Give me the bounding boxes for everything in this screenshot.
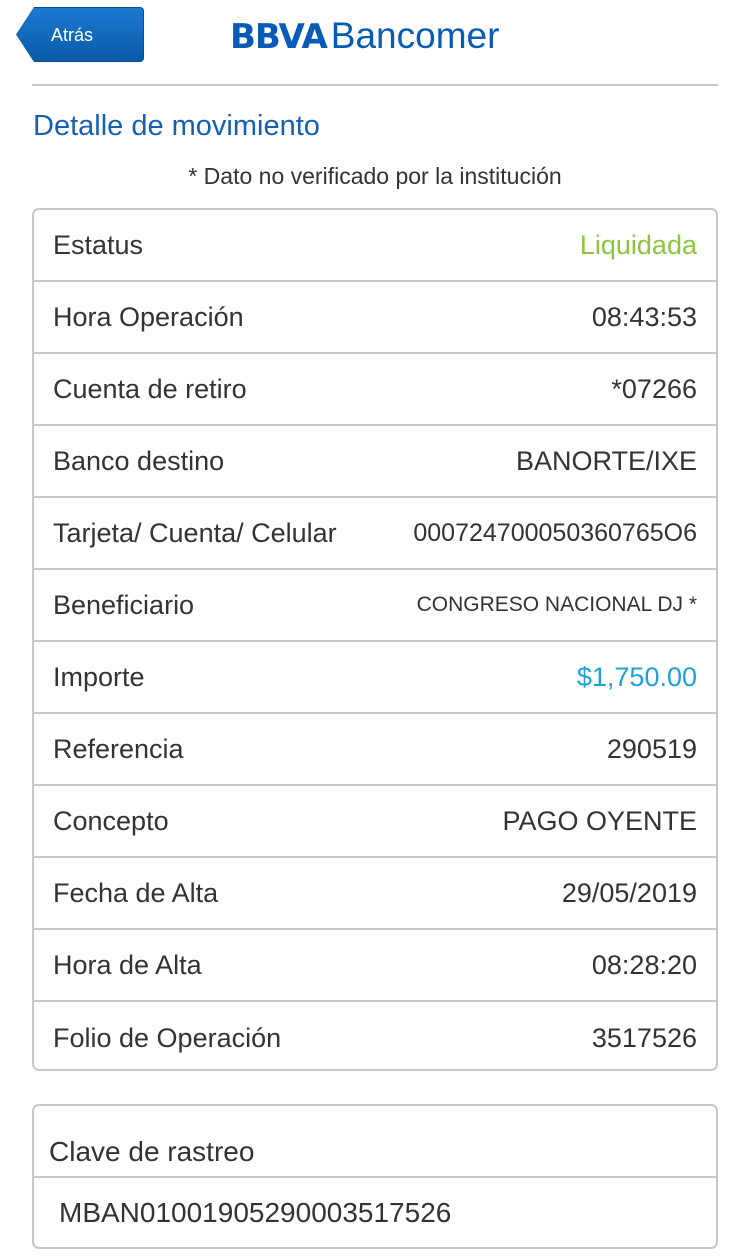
detail-value: BANORTE/IXE [515, 445, 697, 476]
detail-label: Folio de Operación [53, 1022, 282, 1053]
detail-value: 3517526 [591, 1022, 697, 1053]
detail-row-beneficiary: Beneficiario CONGRESO NACIONAL DJ * [34, 570, 716, 642]
back-button-label: Atrás [51, 25, 94, 45]
detail-label: Tarjeta/ Cuenta/ Celular [53, 517, 337, 548]
detail-row-destination-bank: Banco destino BANORTE/IXE [34, 426, 716, 498]
detail-value: 08:28:20 [591, 949, 697, 980]
back-button[interactable]: Atrás [16, 7, 144, 62]
amount-value: $1,750.00 [576, 661, 697, 692]
detail-label: Concepto [53, 805, 169, 836]
detail-label: Importe [53, 661, 145, 692]
detail-value: 29/05/2019 [561, 877, 697, 908]
brand-logo-bold: BBVA [230, 17, 328, 57]
detail-row-status: Estatus Liquidada [34, 210, 716, 282]
header-divider [32, 84, 718, 86]
detail-row-amount: Importe $1,750.00 [34, 642, 716, 714]
detail-label: Fecha de Alta [53, 877, 219, 908]
detail-row-reference: Referencia 290519 [34, 714, 716, 786]
tracking-key-card: Clave de rastreo MBAN0100190529000351752… [32, 1104, 718, 1249]
movement-detail-card: Estatus Liquidada Hora Operación 08:43:5… [32, 208, 718, 1071]
detail-label: Estatus [53, 229, 144, 260]
detail-value: 000724700050360765O6 [413, 518, 697, 547]
status-value: Liquidada [579, 229, 697, 260]
detail-label: Hora Operación [53, 301, 244, 332]
detail-row-card-account: Tarjeta/ Cuenta/ Celular 000724700050360… [34, 498, 716, 570]
unverified-note: * Dato no verificado por la institución [188, 163, 562, 189]
tracking-key-label: Clave de rastreo [34, 1106, 716, 1178]
detail-value: CONGRESO NACIONAL DJ * [416, 593, 697, 616]
detail-row-registration-time: Hora de Alta 08:28:20 [34, 930, 716, 1002]
page-title: Detalle de movimiento [33, 110, 320, 142]
detail-label: Hora de Alta [53, 949, 202, 980]
tracking-key-value: MBAN01001905290003517526 [59, 1197, 452, 1228]
top-header: Atrás BBVA Bancomer [0, 0, 750, 86]
detail-value: *07266 [611, 373, 697, 404]
detail-label: Beneficiario [53, 589, 195, 620]
brand-logo: BBVA Bancomer [230, 15, 499, 59]
detail-row-concept: Concepto PAGO OYENTE [34, 786, 716, 858]
detail-value: PAGO OYENTE [502, 805, 697, 836]
brand-logo-light: Bancomer [330, 15, 500, 56]
detail-row-operation-folio: Folio de Operación 3517526 [34, 1002, 716, 1069]
detail-row-withdrawal-account: Cuenta de retiro *07266 [34, 354, 716, 426]
detail-label: Banco destino [53, 445, 225, 476]
detail-label: Cuenta de retiro [53, 373, 247, 404]
detail-value: 290519 [606, 733, 697, 764]
detail-row-operation-time: Hora Operación 08:43:53 [34, 282, 716, 354]
detail-row-registration-date: Fecha de Alta 29/05/2019 [34, 858, 716, 930]
detail-label: Referencia [53, 733, 184, 764]
detail-value: 08:43:53 [591, 301, 697, 332]
